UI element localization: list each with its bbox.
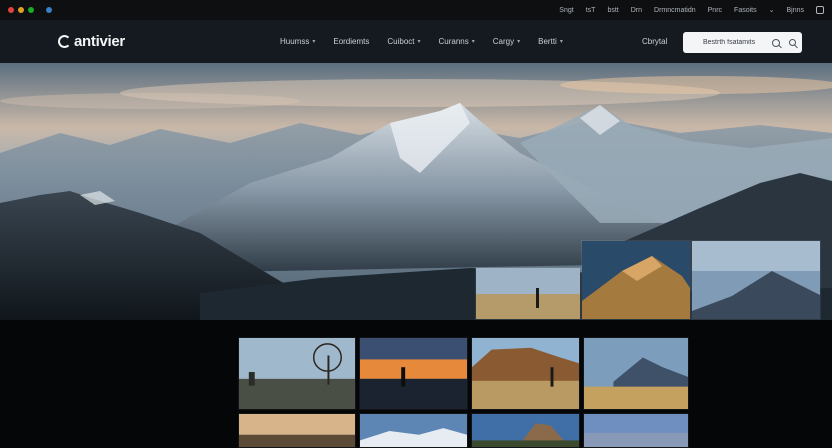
hero-image [0, 63, 832, 320]
chevron-down-icon: ▾ [517, 39, 521, 45]
logo-text: antivier [74, 33, 125, 50]
system-menu: Sngt tsT bstt Drn Drmncmatidn Pnrc Fasoi… [559, 6, 824, 14]
close-dot[interactable] [8, 7, 14, 13]
system-bar: Sngt tsT bstt Drn Drmncmatidn Pnrc Fasoi… [0, 0, 832, 20]
sys-item-6[interactable]: Pnrc [708, 7, 722, 14]
sys-item-7[interactable]: Fasoits [734, 7, 757, 14]
gallery-photo-haze[interactable] [583, 413, 689, 448]
site-logo[interactable]: antivier [58, 33, 125, 50]
nav-item-6[interactable]: Bertti ▾ [538, 37, 563, 46]
nav-item-5[interactable]: Cargy ▾ [493, 37, 520, 46]
preview-tile-hiker[interactable] [475, 267, 581, 320]
search-icon-secondary[interactable] [789, 39, 796, 46]
photo-gallery [0, 320, 832, 448]
gallery-photo-valley[interactable] [583, 337, 689, 410]
nav-item-label: Cuiboct [387, 37, 415, 46]
sys-menu-label[interactable]: Bjnns [786, 7, 804, 14]
nav-item-label: Cargy [492, 37, 515, 46]
gallery-photo-dusk[interactable] [238, 413, 356, 448]
nav-item-label: Bertti [538, 37, 557, 46]
gallery-photo-cliff[interactable] [471, 337, 580, 410]
maximize-dot[interactable] [28, 7, 34, 13]
sys-item-1[interactable]: Sngt [559, 7, 573, 14]
preview-tile-summit[interactable] [691, 240, 821, 320]
search-box[interactable]: Bestrth fsatamits [683, 32, 802, 53]
chevron-down-icon: ▾ [312, 39, 316, 45]
search-icon[interactable] [772, 38, 780, 47]
main-navigation: antivier Huumss ▾ Eordiemts Cuiboct ▾ Cu… [0, 20, 832, 63]
nav-item-4[interactable]: Curanns ▾ [439, 37, 475, 46]
logo-mark-icon [58, 35, 71, 48]
nav-item-3[interactable]: Cuiboct ▾ [387, 37, 420, 46]
chevron-down-icon: ▾ [471, 39, 475, 45]
nav-item-label: Curanns [438, 37, 469, 46]
sys-item-2[interactable]: tsT [586, 7, 596, 14]
sys-item-4[interactable]: Drn [631, 7, 642, 14]
sys-item-3[interactable]: bstt [607, 7, 618, 14]
nav-menu: Huumss ▾ Eordiemts Cuiboct ▾ Curanns ▾ C… [280, 20, 563, 63]
search-input[interactable]: Bestrth fsatamits [703, 39, 766, 46]
minimize-dot[interactable] [18, 7, 24, 13]
extension-dot[interactable] [46, 7, 52, 13]
chevron-down-icon[interactable]: ⌄ [769, 6, 775, 14]
nav-item-1[interactable]: Huumss ▾ [280, 37, 315, 46]
contact-link[interactable]: Cbrytal [642, 20, 667, 63]
window-controls [8, 7, 52, 13]
chevron-down-icon: ▾ [417, 39, 421, 45]
window-icon[interactable] [816, 6, 824, 14]
gallery-photo-rocks[interactable] [471, 413, 580, 448]
preview-tile-ridge[interactable] [581, 240, 691, 320]
chevron-down-icon: ▾ [559, 39, 563, 45]
gallery-photo-snowpeaks[interactable] [359, 413, 468, 448]
nav-item-label: Huumss [280, 37, 310, 46]
gallery-photo-tree[interactable] [238, 337, 356, 410]
nav-item-2[interactable]: Eordiemts [333, 37, 369, 46]
sys-item-5[interactable]: Drmncmatidn [654, 7, 696, 14]
gallery-photo-sunset[interactable] [359, 337, 468, 410]
nav-item-label: Eordiemts [333, 37, 370, 46]
